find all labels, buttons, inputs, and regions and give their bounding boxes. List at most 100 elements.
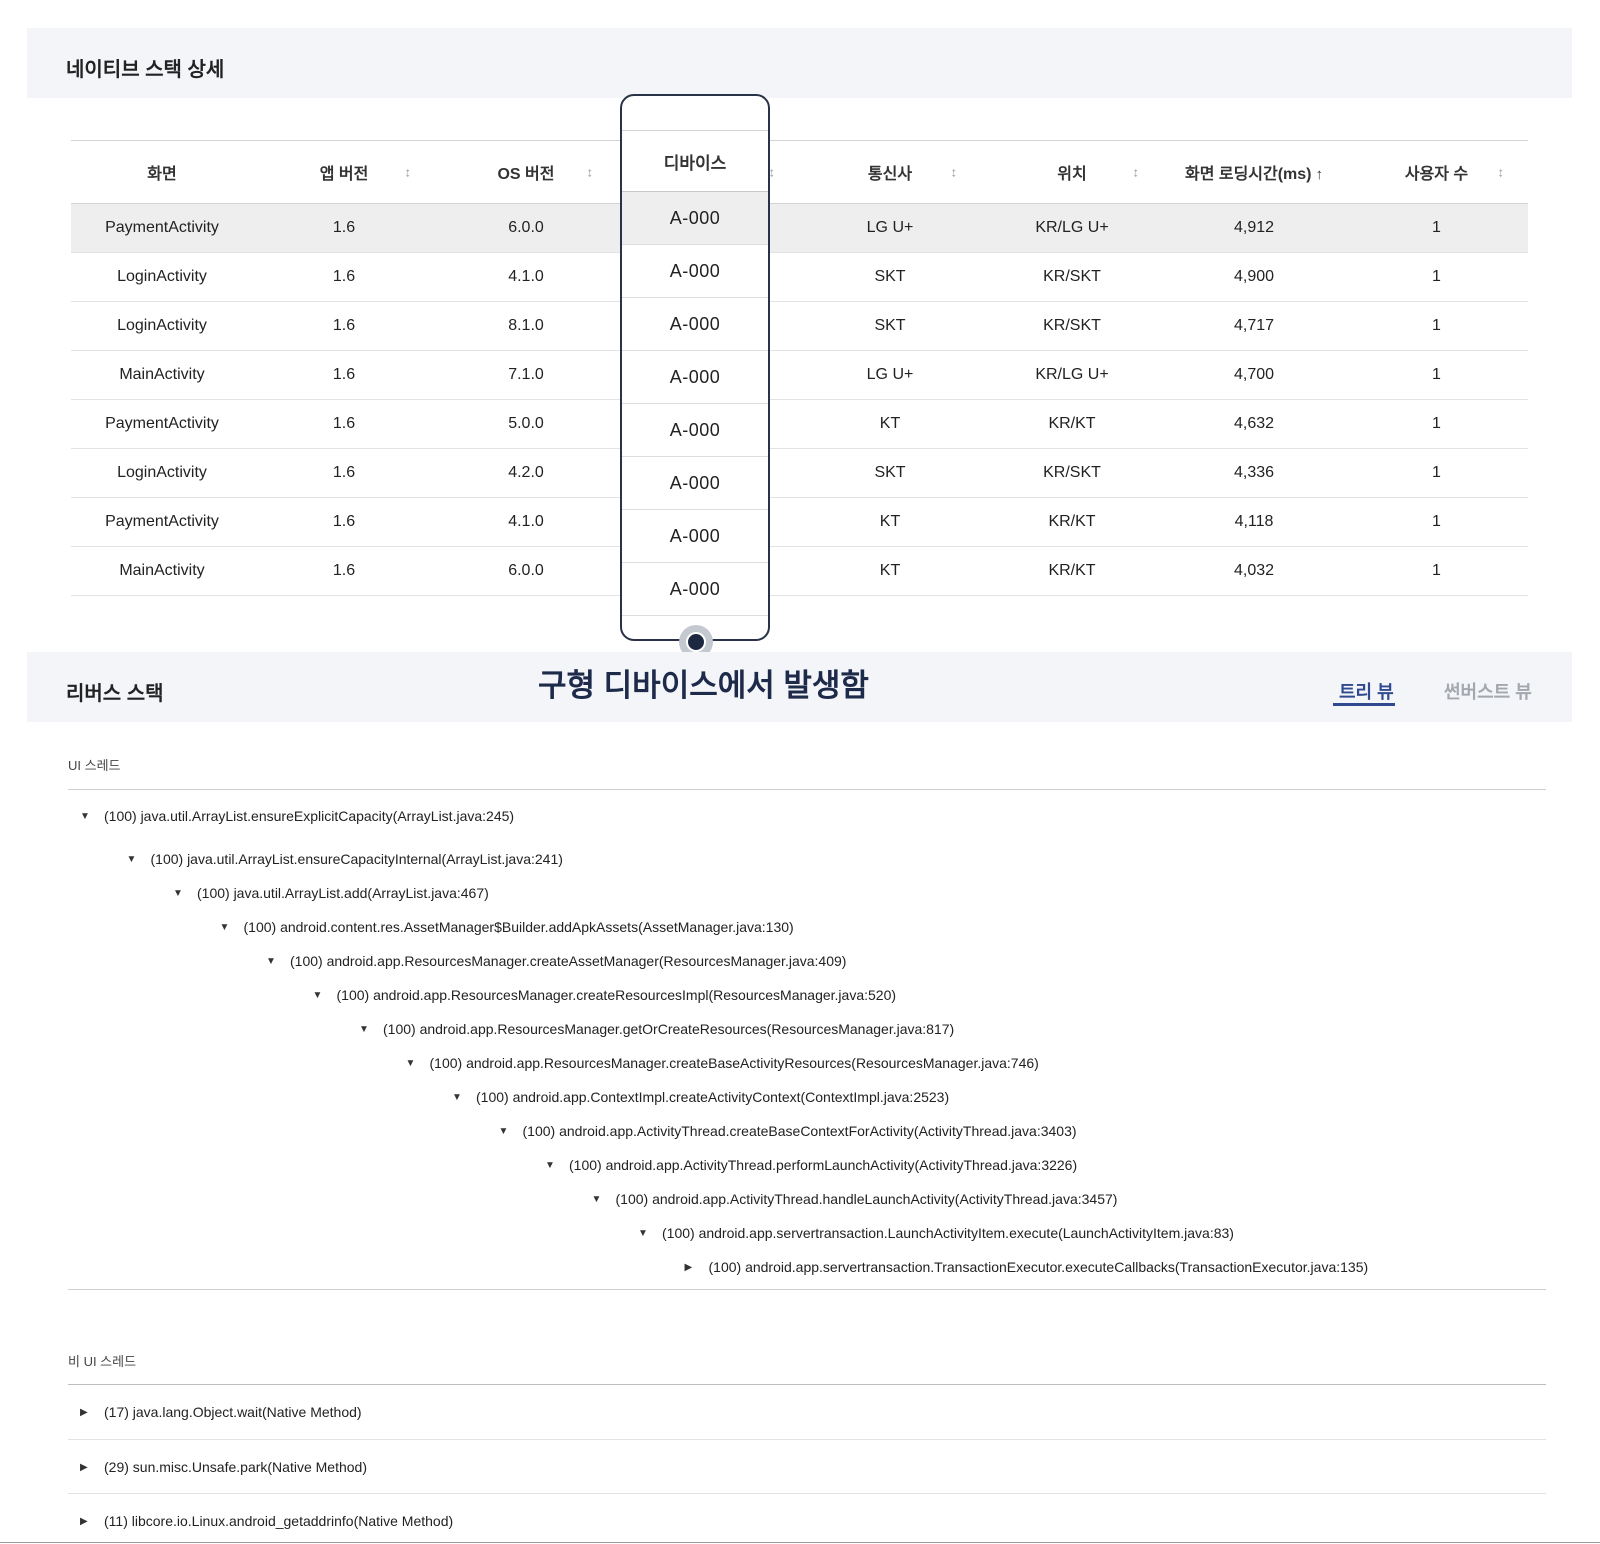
col-location[interactable]: 위치 ↕ (981, 160, 1163, 184)
tree-node[interactable]: ▼ (100) android.app.ActivityThread.create… (499, 1121, 1077, 1141)
divider (68, 1493, 1546, 1494)
cell-location: KR/KT (1048, 513, 1096, 530)
device-column-header[interactable]: 디바이스 (622, 130, 768, 192)
cell-location: KR/KT (1048, 562, 1096, 579)
tree-node[interactable]: ▼ (100) android.app.servertransaction.Lau… (638, 1223, 1234, 1243)
sort-asc-icon[interactable]: ↑ (1316, 166, 1324, 183)
table-row[interactable]: PaymentActivity 1.6 4.1.0 KT KR/KT 4,118 1 (71, 498, 1528, 547)
cell-loading: 4,118 (1234, 513, 1274, 530)
tree-node[interactable]: ▼ (100) android.app.ResourcesManager.getO… (359, 1019, 954, 1039)
expand-triangle-icon[interactable]: ▼ (173, 888, 197, 899)
table-header: 화면 앱 버전 ↕ OS 버전 ↕ ↕ 통신사 ↕ 위치 ↕ 화면 로딩시간(ms) ↑ … (71, 141, 1528, 204)
device-cell: A-000 (622, 510, 768, 563)
tree-node-label: (100) android.app.ActivityThread.handleL… (615, 1191, 1118, 1207)
expand-triangle-icon[interactable]: ▼ (545, 1160, 569, 1171)
tree-node-label: (29) sun.misc.Unsafe.park(Native Method) (104, 1459, 367, 1475)
expand-triangle-icon[interactable]: ▼ (499, 1126, 523, 1137)
table-row[interactable]: PaymentActivity 1.6 6.0.0 LG U+ KR/LG U+ 4,91… (71, 204, 1528, 253)
tree-node-label: (100) android.app.ContextImpl.createActi… (476, 1089, 950, 1105)
cell-loading: 4,900 (1233, 268, 1275, 285)
cell-location: KR/LG U+ (1035, 219, 1109, 236)
collapse-triangle-icon[interactable]: ▶ (80, 1407, 104, 1418)
expand-triangle-icon[interactable]: ▼ (452, 1092, 476, 1103)
tree-node-label: (100) android.app.ActivityThread.createB… (522, 1123, 1077, 1139)
cell-location: KR/SKT (1043, 268, 1101, 285)
cell-app: 1.6 (332, 562, 356, 579)
tree-node[interactable]: ▼ (100) android.app.ContextImpl.createAct… (452, 1087, 949, 1107)
sort-icon[interactable]: ↕ (1498, 165, 1505, 180)
sort-icon[interactable]: ↕ (951, 165, 958, 180)
expand-triangle-icon[interactable]: ▼ (638, 1228, 662, 1239)
expand-triangle-icon[interactable]: ▼ (313, 990, 337, 1001)
device-cell: A-000 (622, 192, 768, 245)
cell-os: 6.0.0 (508, 219, 544, 236)
col-os-version[interactable]: OS 버전 ↕ (435, 160, 617, 184)
table-row[interactable]: LoginActivity 1.6 4.1.0 SKT KR/SKT 4,900 1 (71, 253, 1528, 302)
table-row[interactable]: LoginActivity 1.6 8.1.0 SKT KR/SKT 4,717 1 (71, 302, 1528, 351)
tree-node[interactable]: ▼ (100) android.app.ActivityThread.handle… (592, 1189, 1118, 1209)
expand-triangle-icon[interactable]: ▼ (266, 956, 290, 967)
cell-location: KR/SKT (1043, 317, 1101, 334)
table-row[interactable]: PaymentActivity 1.6 5.0.0 KT KR/KT 4,632 1 (71, 400, 1528, 449)
col-app-version[interactable]: 앱 버전 ↕ (253, 160, 435, 184)
cell-screen: PaymentActivity (105, 415, 219, 432)
sort-icon[interactable]: ↕ (405, 165, 412, 180)
cell-location: KR/SKT (1043, 464, 1101, 481)
cell-app: 1.6 (332, 219, 356, 236)
cell-loading: 4,336 (1233, 464, 1275, 481)
col-loading-time[interactable]: 화면 로딩시간(ms) ↑ (1163, 160, 1345, 184)
divider (68, 1289, 1546, 1290)
tree-node[interactable]: ▼ (100) java.util.ArrayList.ensureCapacit… (127, 849, 563, 869)
collapse-triangle-icon[interactable]: ▶ (80, 1516, 104, 1527)
expand-triangle-icon[interactable]: ▼ (80, 811, 104, 822)
table-row[interactable]: MainActivity 1.6 7.1.0 LG U+ KR/LG U+ 4,700 1 (71, 351, 1528, 400)
expand-triangle-icon[interactable]: ▼ (359, 1024, 383, 1035)
table-row[interactable]: MainActivity 1.6 6.0.0 KT KR/KT 4,032 1 (71, 547, 1528, 596)
device-cell: A-000 (622, 298, 768, 351)
cell-carrier: KT (879, 513, 901, 530)
tree-node[interactable]: ▼ (100) android.content.res.AssetManager$… (220, 917, 794, 937)
tab-sunburst-view[interactable]: 썬버스트 뷰 (1444, 678, 1532, 704)
cell-carrier: KT (879, 415, 901, 432)
list-item[interactable]: ▶ (11) libcore.io.Linux.android_getaddrin… (80, 1511, 453, 1531)
col-screen[interactable]: 화면 (71, 160, 253, 184)
cell-app: 1.6 (332, 464, 356, 481)
native-stack-header: 네이티브 스택 상세 (27, 28, 1572, 98)
cell-os: 4.1.0 (508, 513, 544, 530)
native-stack-table: 화면 앱 버전 ↕ OS 버전 ↕ ↕ 통신사 ↕ 위치 ↕ 화면 로딩시간(ms) ↑ … (71, 140, 1528, 596)
cell-users: 1 (1432, 513, 1441, 530)
sort-icon[interactable]: ↕ (1133, 165, 1140, 180)
cell-os: 8.1.0 (508, 317, 544, 334)
cell-screen: MainActivity (119, 562, 205, 579)
col-carrier[interactable]: 통신사 ↕ (799, 160, 981, 184)
sort-icon[interactable]: ↕ (587, 165, 594, 180)
tree-node[interactable]: ▼ (100) android.app.ActivityThread.perfor… (545, 1155, 1077, 1175)
tree-node[interactable]: ▼ (100) java.util.ArrayList.add(ArrayList… (173, 883, 489, 903)
tree-node[interactable]: ▼ (100) android.app.ResourcesManager.crea… (266, 951, 846, 971)
collapse-triangle-icon[interactable]: ▶ (80, 1462, 104, 1473)
tree-node[interactable]: ▼ (100) android.app.ResourcesManager.crea… (406, 1053, 1039, 1073)
bottom-border (0, 1542, 1600, 1543)
tree-node[interactable]: ▼ (100) android.app.ResourcesManager.crea… (313, 985, 897, 1005)
collapse-triangle-icon[interactable]: ▶ (685, 1262, 709, 1273)
cell-app: 1.6 (332, 366, 356, 383)
ui-thread-label: UI 스레드 (68, 758, 121, 773)
cell-screen: LoginActivity (117, 464, 207, 481)
list-item[interactable]: ▶ (29) sun.misc.Unsafe.park(Native Method… (80, 1457, 367, 1477)
tree-node[interactable]: ▼ (100) java.util.ArrayList.ensureExplici… (80, 806, 514, 826)
device-cell: A-000 (622, 457, 768, 510)
device-cell: A-000 (622, 245, 768, 298)
expand-triangle-icon[interactable]: ▼ (406, 1058, 430, 1069)
table-row[interactable]: LoginActivity 1.6 4.2.0 SKT KR/SKT 4,336 1 (71, 449, 1528, 498)
expand-triangle-icon[interactable]: ▼ (592, 1194, 616, 1205)
list-item[interactable]: ▶ (17) java.lang.Object.wait(Native Metho… (80, 1402, 362, 1422)
tab-tree-view[interactable]: 트리 뷰 (1339, 678, 1394, 704)
expand-triangle-icon[interactable]: ▼ (127, 854, 151, 865)
cell-screen: MainActivity (119, 366, 205, 383)
col-users[interactable]: 사용자 수 ↕ (1345, 160, 1528, 184)
tree-node[interactable]: ▶ (100) android.app.servertransaction.Tra… (685, 1257, 1369, 1277)
cell-loading: 4,032 (1233, 562, 1275, 579)
tree-node-label: (100) android.app.servertransaction.Tran… (708, 1259, 1369, 1275)
expand-triangle-icon[interactable]: ▼ (220, 922, 244, 933)
cell-os: 4.1.0 (508, 268, 544, 285)
